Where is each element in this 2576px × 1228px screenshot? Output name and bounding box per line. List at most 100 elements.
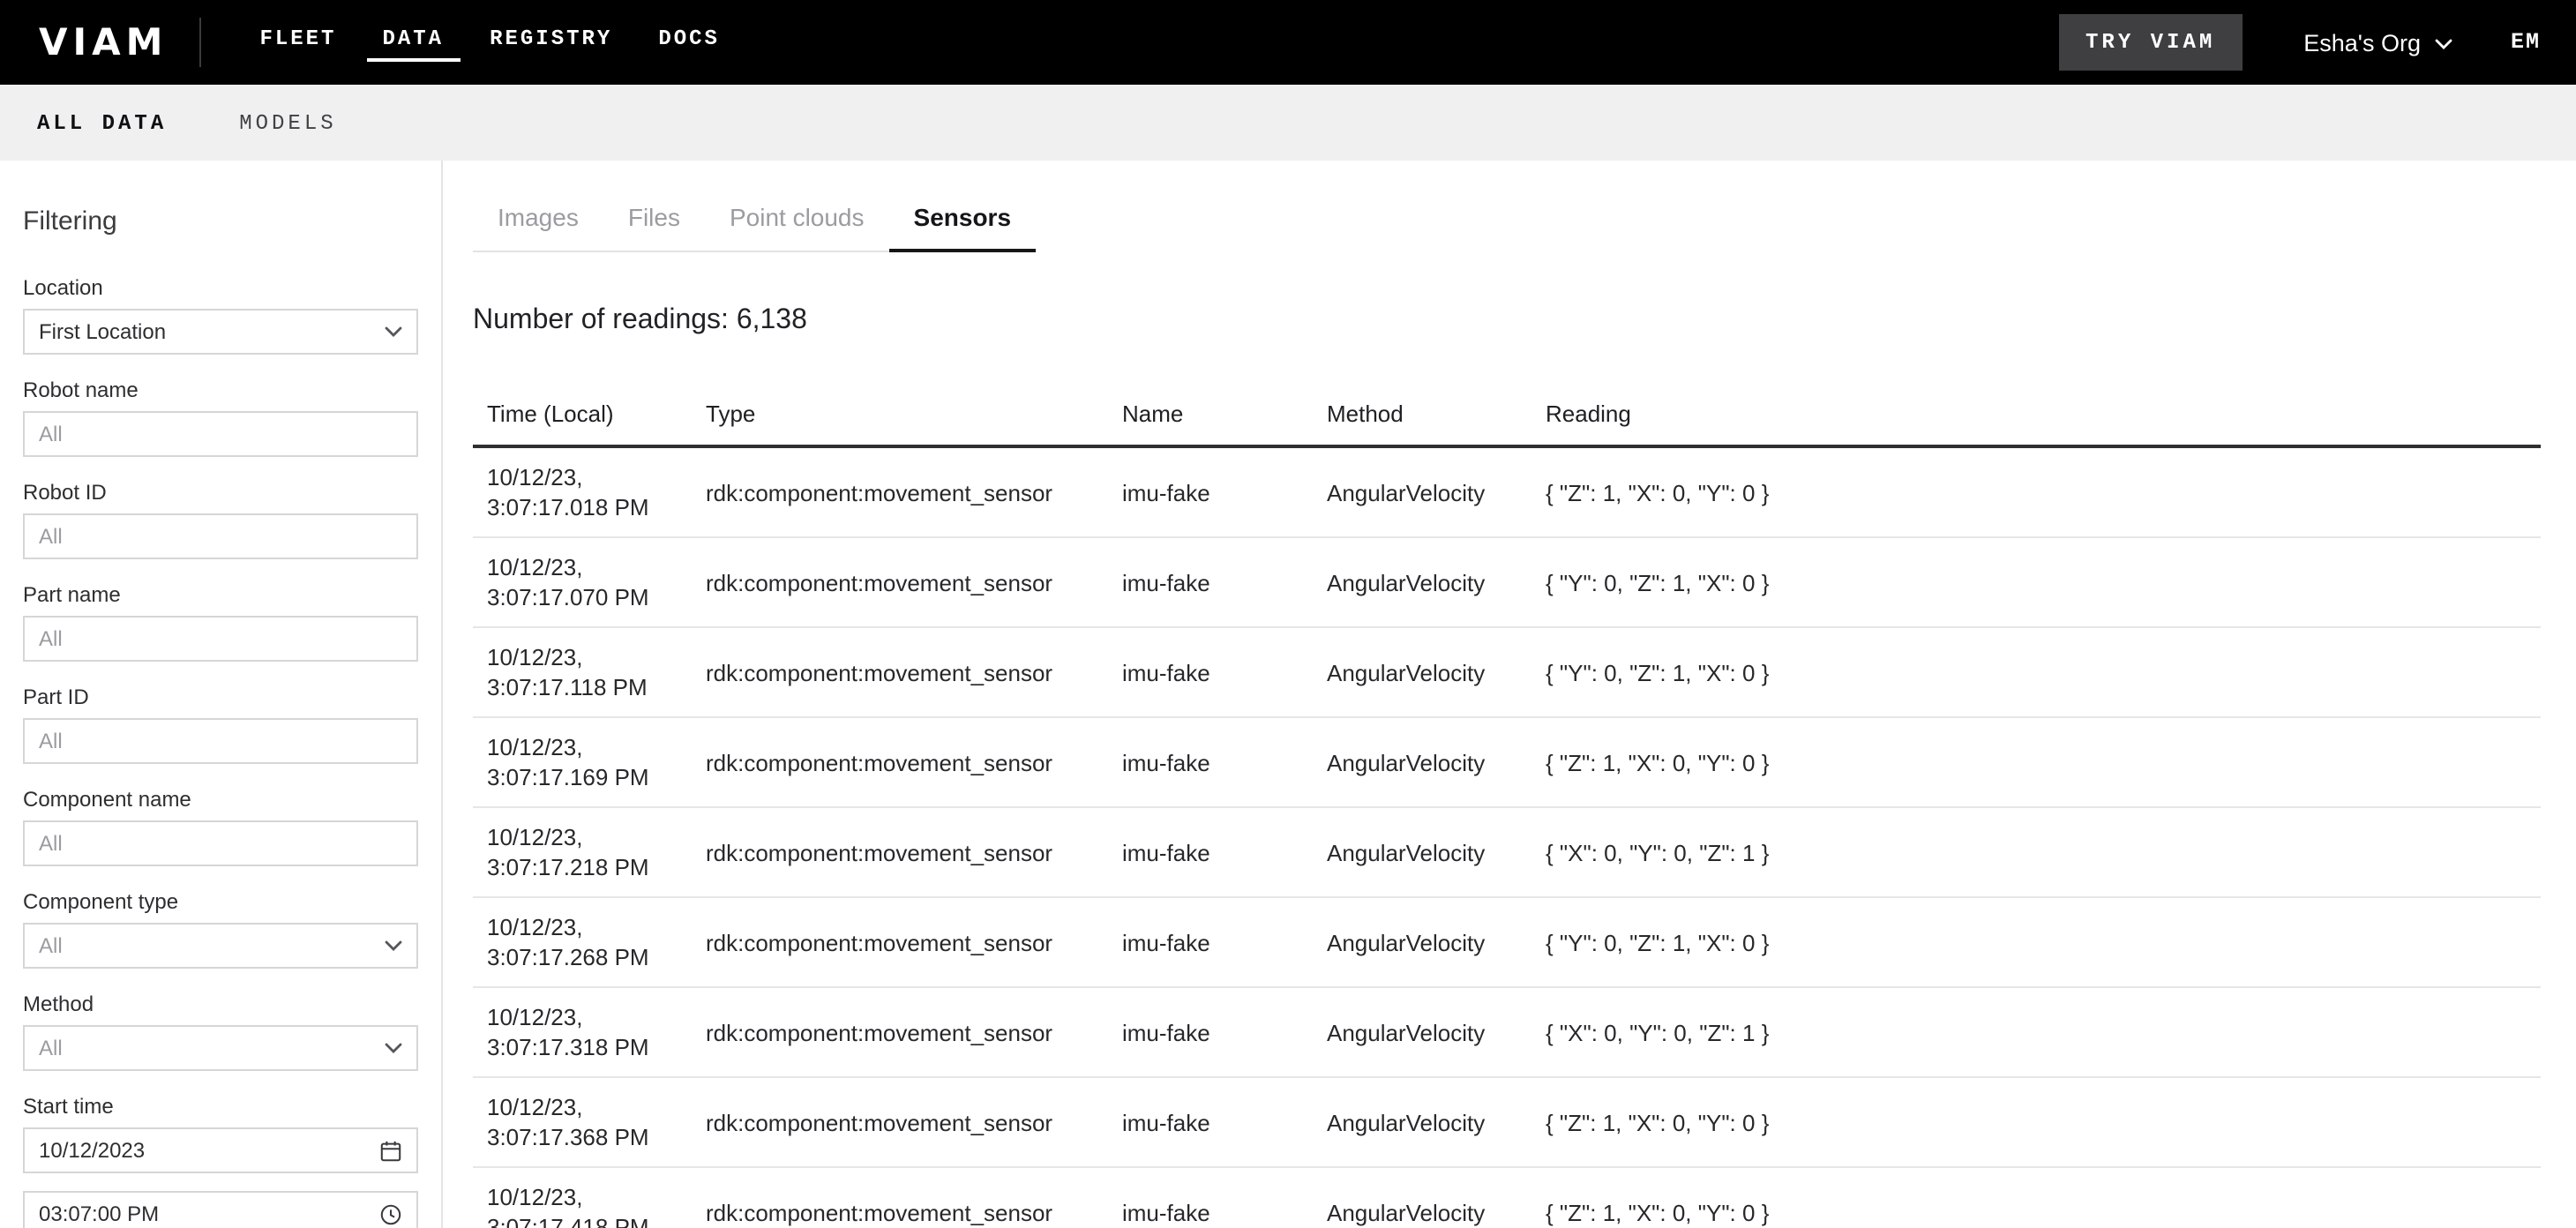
cell-method: AngularVelocity [1313, 807, 1531, 897]
cell-reading: { "Z": 1, "X": 0, "Y": 0 } [1531, 1167, 2541, 1228]
column-header-time: Time (Local) [473, 386, 692, 446]
cell-time-date: 10/12/23, [487, 732, 678, 762]
cell-time-date: 10/12/23, [487, 822, 678, 852]
filter-part-name: Part name [23, 582, 418, 662]
table-row: 10/12/23, 3:07:17.318 PM rdk:component:m… [473, 987, 2541, 1077]
cell-name: imu-fake [1108, 987, 1313, 1077]
table-row: 10/12/23, 3:07:17.418 PM rdk:component:m… [473, 1167, 2541, 1228]
filter-label: Component type [23, 889, 418, 914]
nav-divider [199, 18, 201, 67]
filter-label: Part ID [23, 685, 418, 709]
cell-time-date: 10/12/23, [487, 1092, 678, 1122]
cell-time-clock: 3:07:17.018 PM [487, 492, 678, 522]
method-select-value: All [39, 1036, 63, 1060]
cell-time-clock: 3:07:17.368 PM [487, 1122, 678, 1152]
cell-time-clock: 3:07:17.070 PM [487, 582, 678, 612]
cell-method: AngularVelocity [1313, 1077, 1531, 1167]
table-body: 10/12/23, 3:07:17.018 PM rdk:component:m… [473, 446, 2541, 1228]
nav-item-fleet[interactable]: FLEET [243, 23, 352, 62]
robot-id-input[interactable] [23, 513, 418, 559]
table-row: 10/12/23, 3:07:17.218 PM rdk:component:m… [473, 807, 2541, 897]
component-type-select-value: All [39, 933, 63, 958]
start-date-value: 10/12/2023 [39, 1138, 145, 1163]
part-id-input[interactable] [23, 718, 418, 764]
filter-label: Robot ID [23, 480, 418, 505]
cell-time: 10/12/23, 3:07:17.318 PM [473, 987, 692, 1077]
table-row: 10/12/23, 3:07:17.018 PM rdk:component:m… [473, 446, 2541, 537]
cell-time: 10/12/23, 3:07:17.118 PM [473, 627, 692, 717]
column-header-method: Method [1313, 386, 1531, 446]
cell-reading: { "X": 0, "Y": 0, "Z": 1 } [1531, 807, 2541, 897]
user-avatar[interactable]: EM [2511, 30, 2541, 55]
cell-time-date: 10/12/23, [487, 552, 678, 582]
cell-reading: { "Y": 0, "Z": 1, "X": 0 } [1531, 627, 2541, 717]
cell-time-clock: 3:07:17.118 PM [487, 672, 678, 702]
cell-type: rdk:component:movement_sensor [692, 717, 1108, 807]
cell-time: 10/12/23, 3:07:17.018 PM [473, 446, 692, 537]
component-type-select[interactable]: All [23, 923, 418, 969]
cell-reading: { "Y": 0, "Z": 1, "X": 0 } [1531, 537, 2541, 627]
tab-point-clouds[interactable]: Point clouds [705, 203, 889, 251]
location-select[interactable]: First Location [23, 309, 418, 355]
cell-reading: { "Z": 1, "X": 0, "Y": 0 } [1531, 717, 2541, 807]
cell-method: AngularVelocity [1313, 897, 1531, 987]
sensor-readings-table: Time (Local) Type Name Method Reading 10… [473, 386, 2541, 1228]
filter-label: Robot name [23, 378, 418, 402]
cell-name: imu-fake [1108, 1077, 1313, 1167]
clock-icon [379, 1202, 402, 1225]
data-subnav: ALL DATA MODELS [0, 85, 2576, 161]
table-row: 10/12/23, 3:07:17.070 PM rdk:component:m… [473, 537, 2541, 627]
robot-name-input[interactable] [23, 411, 418, 457]
nav-item-docs[interactable]: DOCS [642, 23, 736, 62]
filter-location: Location First Location [23, 275, 418, 355]
method-select[interactable]: All [23, 1025, 418, 1071]
chevron-down-icon [385, 940, 402, 951]
cell-time: 10/12/23, 3:07:17.418 PM [473, 1167, 692, 1228]
cell-reading: { "Z": 1, "X": 0, "Y": 0 } [1531, 1077, 2541, 1167]
filter-start-time: Start time 10/12/2023 03:07:00 PM [23, 1094, 418, 1228]
sidebar-title: Filtering [23, 206, 418, 236]
cell-type: rdk:component:movement_sensor [692, 446, 1108, 537]
cell-reading: { "Y": 0, "Z": 1, "X": 0 } [1531, 897, 2541, 987]
nav-item-data[interactable]: DATA [366, 23, 460, 62]
cell-time: 10/12/23, 3:07:17.169 PM [473, 717, 692, 807]
chevron-down-icon [385, 1043, 402, 1053]
top-navigation: VIAM FLEET DATA REGISTRY DOCS TRY VIAM E… [0, 0, 2576, 85]
cell-method: AngularVelocity [1313, 987, 1531, 1077]
location-select-value: First Location [39, 319, 166, 344]
tab-files[interactable]: Files [603, 203, 705, 251]
filter-component-name: Component name [23, 787, 418, 866]
cell-method: AngularVelocity [1313, 446, 1531, 537]
cell-time: 10/12/23, 3:07:17.218 PM [473, 807, 692, 897]
subnav-item-all-data[interactable]: ALL DATA [37, 110, 167, 135]
cell-name: imu-fake [1108, 1167, 1313, 1228]
cell-name: imu-fake [1108, 717, 1313, 807]
tab-sensors[interactable]: Sensors [889, 203, 1037, 251]
cell-time-date: 10/12/23, [487, 642, 678, 672]
cell-time: 10/12/23, 3:07:17.070 PM [473, 537, 692, 627]
nav-item-registry[interactable]: REGISTRY [474, 23, 628, 62]
page-content: Filtering Location First Location Robot … [0, 161, 2576, 1228]
start-date-picker[interactable]: 10/12/2023 [23, 1127, 418, 1173]
data-main-panel: Images Files Point clouds Sensors Number… [443, 161, 2576, 1228]
viam-logo[interactable]: VIAM [39, 21, 168, 64]
filter-label: Location [23, 275, 418, 300]
filter-label: Method [23, 992, 418, 1016]
table-row: 10/12/23, 3:07:17.118 PM rdk:component:m… [473, 627, 2541, 717]
subnav-item-models[interactable]: MODELS [239, 110, 336, 135]
org-dropdown[interactable]: Esha's Org [2303, 29, 2452, 56]
filter-component-type: Component type All [23, 889, 418, 969]
cell-type: rdk:component:movement_sensor [692, 1077, 1108, 1167]
cell-type: rdk:component:movement_sensor [692, 987, 1108, 1077]
data-type-tabs: Images Files Point clouds Sensors [473, 203, 1036, 252]
try-viam-button[interactable]: TRY VIAM [2059, 14, 2242, 71]
cell-method: AngularVelocity [1313, 717, 1531, 807]
tab-images[interactable]: Images [473, 203, 603, 251]
part-name-input[interactable] [23, 616, 418, 662]
table-header: Time (Local) Type Name Method Reading [473, 386, 2541, 446]
start-time-picker[interactable]: 03:07:00 PM [23, 1191, 418, 1228]
filter-label: Part name [23, 582, 418, 607]
component-name-input[interactable] [23, 820, 418, 866]
cell-time: 10/12/23, 3:07:17.268 PM [473, 897, 692, 987]
cell-method: AngularVelocity [1313, 627, 1531, 717]
